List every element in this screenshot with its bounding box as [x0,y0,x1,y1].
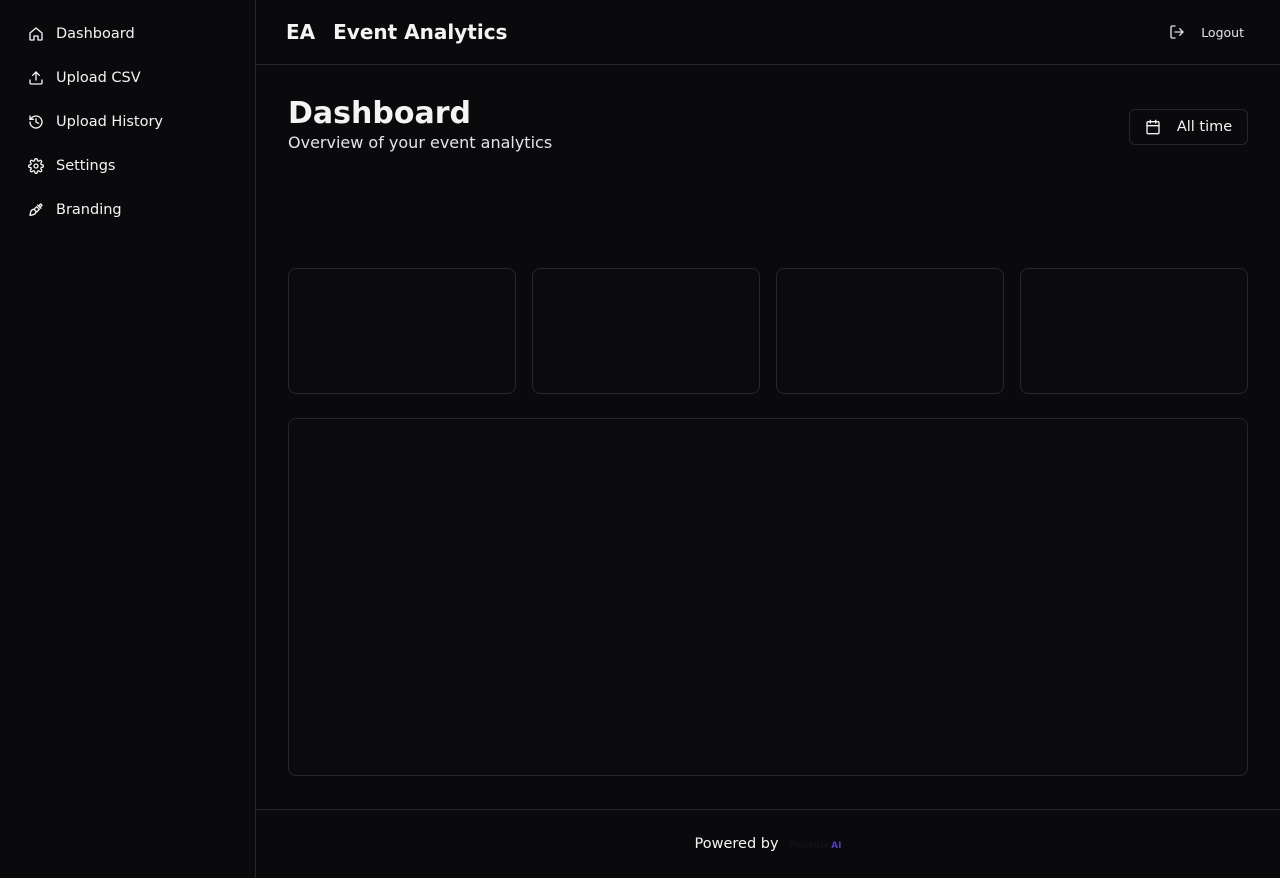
logout-label: Logout [1201,24,1244,40]
brush-icon [28,202,44,218]
home-icon [28,26,44,42]
app-title: Event Analytics [333,20,508,44]
app-root: Dashboard Upload CSV Upload History Sett… [0,0,1280,878]
stat-card [1020,268,1248,394]
topbar: EA Event Analytics Logout [256,0,1280,65]
page-heading-group: Dashboard Overview of your event analyti… [288,96,553,153]
sidebar-item-upload-history[interactable]: Upload History [0,100,255,144]
gear-icon [28,158,44,174]
logout-icon [1170,25,1184,39]
brand: EA Event Analytics [286,20,507,44]
powered-by-label: Powered by [694,836,779,852]
sidebar-item-label: Upload History [56,114,164,130]
history-icon [28,114,44,130]
stat-card [532,268,760,394]
footer: Powered by Phoenix AI [256,809,1280,878]
upload-icon [28,70,44,86]
brand-mark: EA [286,20,316,44]
page-subtitle: Overview of your event analytics [288,133,553,152]
footer-logo[interactable]: Phoenix AI [789,836,842,852]
sidebar-item-settings[interactable]: Settings [0,144,255,188]
sidebar-item-label: Branding [56,202,122,218]
sidebar-item-label: Settings [56,158,116,174]
logout-button[interactable]: Logout [1169,24,1244,40]
chart-panel [288,418,1248,776]
sidebar-item-label: Upload CSV [56,70,141,86]
sidebar-item-dashboard[interactable]: Dashboard [0,12,255,56]
stat-cards [288,268,1248,394]
sidebar-item-label: Dashboard [56,26,135,42]
calendar-icon [1146,119,1160,135]
page-header: Dashboard Overview of your event analyti… [288,97,1248,152]
date-range-button[interactable]: All time [1129,109,1248,145]
main-area: EA Event Analytics Logout Dashboard Over… [256,0,1280,878]
footer-logo-suffix: AI [831,841,842,851]
stat-card [776,268,1004,394]
stat-card [288,268,516,394]
footer-logo-text: Phoenix [788,841,830,851]
page-title: Dashboard [288,96,471,131]
sidebar-item-branding[interactable]: Branding [0,188,255,232]
dashboard-content: Dashboard Overview of your event analyti… [256,65,1280,809]
sidebar: Dashboard Upload CSV Upload History Sett… [0,0,256,878]
date-range-label: All time [1176,119,1233,135]
sidebar-item-upload-csv[interactable]: Upload CSV [0,56,255,100]
